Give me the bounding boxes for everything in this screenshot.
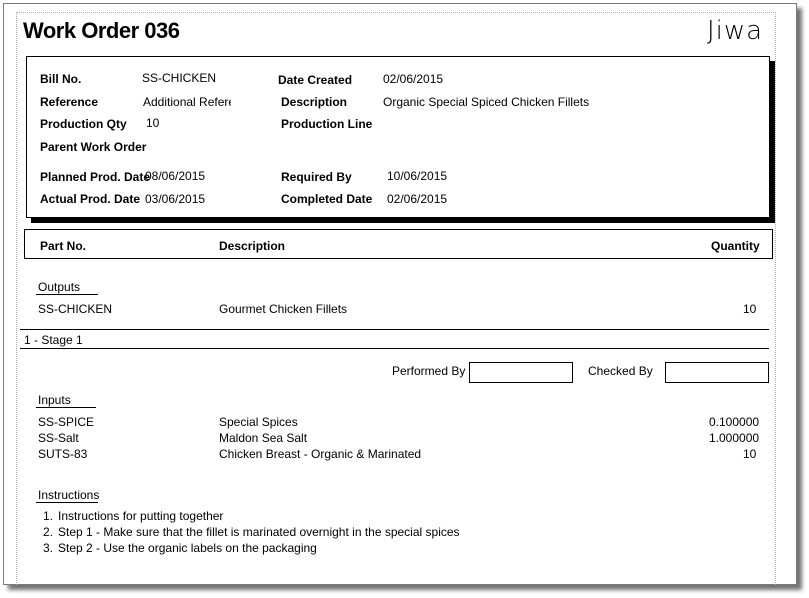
instructions-underline (36, 502, 98, 503)
performed-by-label: Performed By (392, 364, 466, 378)
completed-date-value: 02/06/2015 (387, 192, 448, 206)
inputs-underline (36, 407, 96, 408)
production-qty-value: 10 (146, 116, 160, 130)
input-quantity: 0.100000 (709, 415, 760, 429)
instruction-text: Step 1 - Make sure that the fillet is ma… (58, 525, 460, 539)
date-created-value: 02/06/2015 (383, 72, 444, 86)
actual-date-label: Actual Prod. Date (40, 192, 141, 206)
instruction-number: 1. (43, 509, 54, 523)
output-description: Gourmet Chicken Fillets (219, 302, 348, 316)
date-created-label: Date Created (278, 73, 353, 87)
stage-top-rule (20, 329, 769, 330)
output-part: SS-CHICKEN (38, 302, 113, 316)
checked-by-box (665, 362, 769, 383)
reference-label: Reference (40, 95, 99, 109)
input-description: Chicken Breast - Organic & Marinated (219, 447, 422, 461)
stage-label: 1 - Stage 1 (24, 333, 83, 347)
output-quantity: 10 (743, 302, 757, 316)
bill-no-value: SS-CHICKEN (142, 71, 217, 85)
col-part-no: Part No. (40, 239, 87, 253)
inputs-heading: Inputs (38, 393, 71, 407)
input-quantity: 10 (743, 447, 757, 461)
actual-date-value: 03/06/2015 (145, 192, 206, 206)
production-qty-label: Production Qty (40, 117, 127, 131)
col-description: Description (219, 239, 286, 253)
production-line-label: Production Line (281, 117, 373, 131)
input-part: SS-Salt (38, 431, 79, 445)
input-part: SS-SPICE (38, 415, 95, 429)
parent-work-order-label: Parent Work Order (40, 140, 147, 154)
input-part: SUTS-83 (38, 447, 88, 461)
required-by-value: 10/06/2015 (387, 169, 448, 183)
instruction-number: 3. (43, 541, 54, 555)
description-label: Description (281, 95, 348, 109)
col-quantity: Quantity (711, 239, 760, 253)
instructions-heading: Instructions (38, 488, 100, 502)
column-header-bar (24, 229, 773, 259)
description-value: Organic Special Spiced Chicken Fillets (383, 95, 590, 109)
planned-date-label: Planned Prod. Date (40, 170, 151, 184)
checked-by-label: Checked By (588, 364, 653, 378)
jiwa-logo: Jiwa (707, 16, 764, 46)
planned-date-value: 08/06/2015 (145, 169, 206, 183)
required-by-label: Required By (281, 170, 352, 184)
stage-bottom-rule (20, 348, 769, 349)
instruction-number: 2. (43, 525, 54, 539)
bill-no-label: Bill No. (40, 72, 82, 86)
reference-value: Additional Referen (143, 95, 231, 109)
performed-by-box (469, 362, 573, 383)
completed-date-label: Completed Date (281, 192, 373, 206)
input-description: Special Spices (219, 415, 298, 429)
instruction-text: Step 2 - Use the organic labels on the p… (58, 541, 317, 555)
outputs-heading: Outputs (38, 280, 81, 294)
outputs-underline (36, 294, 98, 295)
work-order-title: Work Order 036 (23, 18, 180, 43)
instruction-text: Instructions for putting together (58, 509, 224, 523)
input-description: Maldon Sea Salt (219, 431, 308, 445)
input-quantity: 1.000000 (709, 431, 760, 445)
